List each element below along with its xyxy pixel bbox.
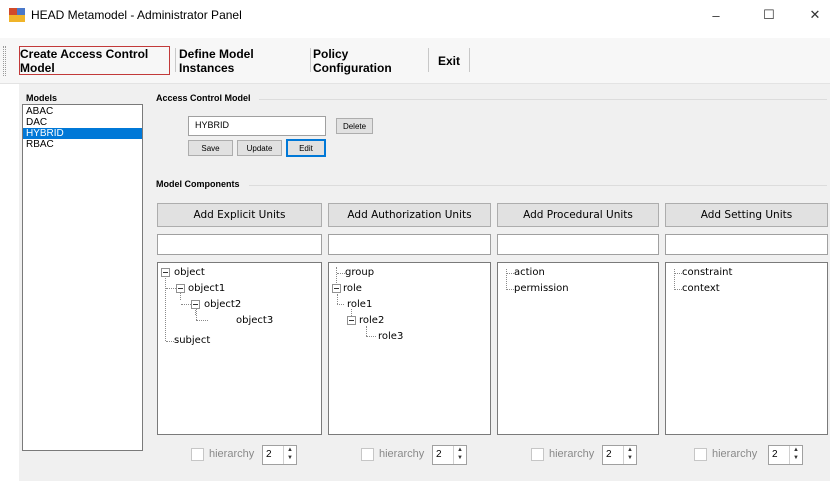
app-icon [9,8,25,22]
explicit-unit-input[interactable] [157,234,322,255]
maximize-button[interactable]: ☐ [746,0,792,30]
delete-button[interactable]: Delete [336,118,373,134]
hierarchy-stepper[interactable]: 2 ▲ ▼ [602,445,637,465]
authorization-units-tree[interactable]: group role role1 role2 role3 [328,262,491,435]
procedural-units-tree[interactable]: action permission [497,262,659,435]
setting-units-tree[interactable]: constraint context [665,262,828,435]
toolbar-separator [175,48,176,72]
tree-node[interactable]: object2 [204,298,241,311]
spin-arrows-icon[interactable]: ▲ ▼ [623,446,636,464]
add-setting-units-button[interactable]: Add Setting Units [665,203,828,227]
model-components-label: Model Components [156,179,240,189]
tree-node[interactable]: role3 [378,330,403,343]
tree-node[interactable]: subject [174,334,210,347]
tree-node[interactable]: context [682,282,720,295]
group-divider [259,99,827,100]
hierarchy-checkbox[interactable] [191,448,204,461]
edit-button[interactable]: Edit [286,139,326,157]
save-button[interactable]: Save [188,140,233,156]
group-divider [249,185,827,186]
model-item-hybrid[interactable]: HYBRID [23,128,142,139]
hierarchy-checkbox[interactable] [361,448,374,461]
editor-panel: Access Control Model HYBRID Delete Save … [149,84,830,481]
models-listbox[interactable]: ABAC DAC HYBRID RBAC [22,104,143,451]
procedural-unit-input[interactable] [497,234,659,255]
model-name-input[interactable]: HYBRID [188,116,326,136]
hierarchy-value: 2 [266,449,272,460]
model-item-dac[interactable]: DAC [23,117,142,128]
hierarchy-label: hierarchy [712,448,758,460]
tab-define-model-instances[interactable]: Define Model Instances [179,46,307,75]
toolbar-separator [428,48,429,72]
tab-create-access-control-model[interactable]: Create Access Control Model [19,46,170,75]
hierarchy-stepper[interactable]: 2 ▲ ▼ [262,445,297,465]
add-explicit-units-button[interactable]: Add Explicit Units [157,203,322,227]
hierarchy-stepper[interactable]: 2 ▲ ▼ [432,445,467,465]
add-procedural-units-button[interactable]: Add Procedural Units [497,203,659,227]
hierarchy-value: 2 [772,449,778,460]
hierarchy-value: 2 [606,449,612,460]
model-item-abac[interactable]: ABAC [23,106,142,117]
tree-node[interactable]: role2 [359,314,384,327]
hierarchy-value: 2 [436,449,442,460]
hierarchy-label: hierarchy [379,448,425,460]
spin-arrows-icon[interactable]: ▲ ▼ [453,446,466,464]
collapse-icon[interactable] [161,268,170,277]
tab-exit[interactable]: Exit [431,46,467,75]
collapse-icon[interactable] [191,300,200,309]
window-title: HEAD Metamodel - Administrator Panel [31,8,242,22]
spin-arrows-icon[interactable]: ▲ ▼ [789,446,802,464]
model-item-rbac[interactable]: RBAC [23,139,142,150]
hierarchy-label: hierarchy [549,448,595,460]
add-authorization-units-button[interactable]: Add Authorization Units [328,203,491,227]
toolbar-grip-icon[interactable] [3,46,6,76]
hierarchy-stepper[interactable]: 2 ▲ ▼ [768,445,803,465]
collapse-icon[interactable] [332,284,341,293]
toolbar-separator [469,48,470,72]
collapse-icon[interactable] [176,284,185,293]
tree-node[interactable]: role [343,282,362,295]
collapse-icon[interactable] [347,316,356,325]
models-panel: Models ABAC DAC HYBRID RBAC [19,84,149,481]
close-button[interactable]: ✕ [800,0,830,30]
hierarchy-checkbox[interactable] [531,448,544,461]
hierarchy-checkbox[interactable] [694,448,707,461]
title-bar: HEAD Metamodel - Administrator Panel – ☐… [0,0,830,30]
toolbar-separator [310,48,311,72]
tree-node[interactable]: group [345,266,374,279]
update-button[interactable]: Update [237,140,282,156]
tree-node[interactable]: object [174,266,205,279]
authorization-unit-input[interactable] [328,234,491,255]
tab-policy-configuration[interactable]: Policy Configuration [313,46,426,75]
models-label: Models [26,93,58,103]
spin-arrows-icon[interactable]: ▲ ▼ [283,446,296,464]
tree-node[interactable]: permission [514,282,569,295]
tree-node[interactable]: constraint [682,266,732,279]
minimize-button[interactable]: – [693,0,739,30]
tree-node[interactable]: object1 [188,282,225,295]
tree-node[interactable]: object3 [236,314,273,327]
access-control-model-label: Access Control Model [156,93,251,103]
tree-node[interactable]: action [514,266,545,279]
main-toolbar: Create Access Control Model Define Model… [0,38,830,84]
setting-unit-input[interactable] [665,234,828,255]
explicit-units-tree[interactable]: object object1 object2 object3 subject [157,262,322,435]
hierarchy-label: hierarchy [209,448,255,460]
